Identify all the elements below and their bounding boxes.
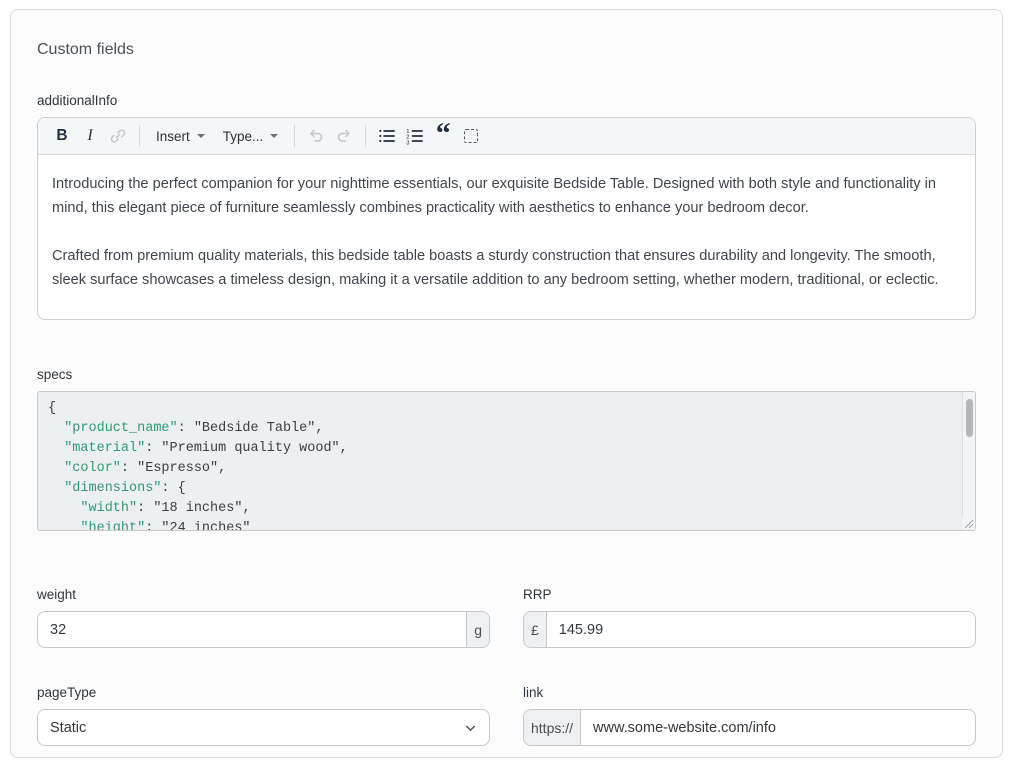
link-label: link: [523, 685, 976, 700]
bold-button[interactable]: B: [48, 122, 76, 150]
blockquote-button[interactable]: “: [429, 122, 457, 150]
visual-blocks-icon: [464, 129, 478, 143]
blockquote-icon: “: [436, 129, 451, 143]
code-line: "color": "Espresso",: [48, 459, 951, 479]
link-input[interactable]: [581, 710, 975, 745]
code-line: "product_name": "Bedside Table",: [48, 419, 951, 439]
link-field-group: link https://: [523, 685, 976, 746]
undo-icon: [306, 126, 326, 146]
currency-prefix: £: [524, 612, 547, 647]
specs-label: specs: [37, 367, 976, 382]
chevron-down-icon: [270, 134, 278, 138]
type-dropdown[interactable]: Type...: [214, 122, 288, 150]
code-line: "width": "18 inches",: [48, 499, 951, 519]
rrp-field-group: RRP £: [523, 587, 976, 648]
numbered-list-icon: 1 2 3: [405, 126, 425, 146]
page-title: Custom fields: [37, 38, 976, 62]
weight-label: weight: [37, 587, 490, 602]
fields-grid: weight g RRP £ pageType Static: [37, 587, 976, 746]
redo-icon: [334, 126, 354, 146]
undo-button[interactable]: [302, 122, 330, 150]
editor-paragraph: Introducing the perfect companion for yo…: [52, 172, 961, 220]
specs-textarea[interactable]: { "product_name": "Bedside Table", "mate…: [37, 391, 976, 531]
page-type-field-group: pageType Static: [37, 685, 490, 746]
rrp-label: RRP: [523, 587, 976, 602]
weight-input[interactable]: [38, 612, 466, 647]
toolbar-divider: [365, 125, 366, 147]
bullet-list-icon: [377, 126, 397, 146]
numbered-list-button[interactable]: 1 2 3: [401, 122, 429, 150]
code-line: "dimensions": {: [48, 479, 951, 499]
rich-text-editor: B I Insert Type...: [37, 117, 976, 320]
specs-code-lines: { "product_name": "Bedside Table", "mate…: [38, 392, 975, 531]
page-type-select[interactable]: Static: [37, 709, 490, 746]
editor-toolbar: B I Insert Type...: [38, 118, 975, 155]
resize-handle-icon[interactable]: [962, 517, 974, 529]
toolbar-divider: [294, 125, 295, 147]
visual-blocks-button[interactable]: [457, 122, 485, 150]
custom-fields-card: Custom fields additionalInfo B I Insert: [10, 9, 1003, 758]
editor-paragraph: Crafted from premium quality materials, …: [52, 244, 961, 292]
rrp-input[interactable]: [547, 612, 975, 647]
redo-button[interactable]: [330, 122, 358, 150]
link-icon: [108, 126, 128, 146]
page-type-label: pageType: [37, 685, 490, 700]
italic-button[interactable]: I: [76, 122, 104, 150]
scrollbar-thumb[interactable]: [966, 399, 973, 437]
bullet-list-button[interactable]: [373, 122, 401, 150]
insert-dropdown-label: Insert: [156, 129, 190, 144]
insert-dropdown[interactable]: Insert: [147, 122, 214, 150]
code-line: {: [48, 399, 951, 419]
weight-unit-suffix: g: [466, 612, 489, 647]
code-line: "height": "24 inches": [48, 519, 951, 531]
svg-text:3: 3: [407, 141, 410, 147]
additional-info-label: additionalInfo: [37, 93, 976, 108]
link-button[interactable]: [104, 122, 132, 150]
scrollbar[interactable]: [962, 392, 975, 530]
toolbar-divider: [139, 125, 140, 147]
code-line: "material": "Premium quality wood",: [48, 439, 951, 459]
chevron-down-icon: [197, 134, 205, 138]
editor-content[interactable]: Introducing the perfect companion for yo…: [38, 155, 975, 319]
weight-field-group: weight g: [37, 587, 490, 648]
type-dropdown-label: Type...: [223, 129, 264, 144]
protocol-prefix: https://: [524, 710, 581, 745]
